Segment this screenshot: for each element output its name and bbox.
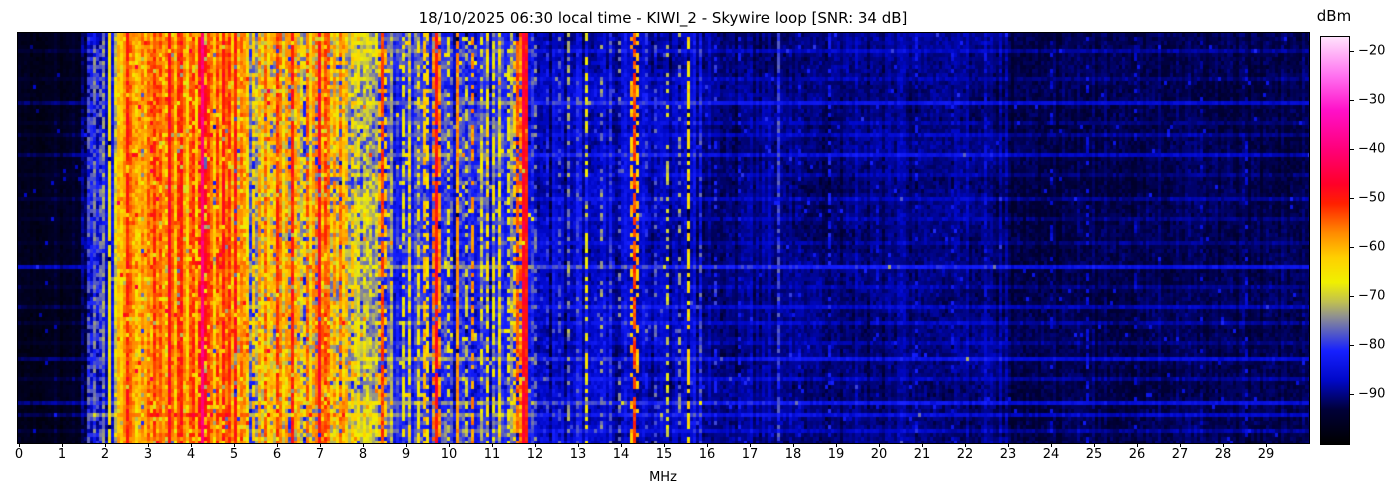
x-tick-label: 25	[1085, 447, 1103, 462]
x-axis-label: MHz	[649, 470, 677, 485]
x-tick-label: 19	[827, 447, 845, 462]
colorbar-tick-mark	[1349, 50, 1354, 52]
x-tick-label: 27	[1171, 447, 1189, 462]
colorbar-tick-label: −30	[1358, 92, 1386, 108]
x-tick-label: 7	[315, 447, 325, 462]
x-tick-label: 8	[358, 447, 368, 462]
colorbar-tick-label: −50	[1358, 190, 1386, 206]
x-tick-label: 5	[229, 447, 239, 462]
colorbar-tick-label: −40	[1358, 141, 1386, 157]
x-tick-label: 1	[57, 447, 67, 462]
colorbar-tick-label: −20	[1358, 43, 1386, 59]
x-tick-label: 14	[612, 447, 630, 462]
x-tick-label: 2	[100, 447, 110, 462]
x-tick-label: 12	[526, 447, 544, 462]
x-tick-label: 9	[401, 447, 411, 462]
x-tick-label: 3	[143, 447, 153, 462]
x-tick-label: 16	[698, 447, 716, 462]
x-tick-label: 23	[999, 447, 1017, 462]
colorbar-tick-mark	[1349, 99, 1354, 101]
x-tick-label: 15	[655, 447, 673, 462]
colorbar-tick-mark	[1349, 295, 1354, 297]
x-tick-label: 29	[1257, 447, 1275, 462]
x-tick-label: 26	[1128, 447, 1146, 462]
spectrogram-canvas	[18, 33, 1309, 443]
colorbar-tick-mark	[1349, 344, 1354, 346]
colorbar-tick-label: −70	[1358, 288, 1386, 304]
x-tick-label: 10	[440, 447, 458, 462]
colorbar-tick-mark	[1349, 246, 1354, 248]
x-tick-label: 20	[870, 447, 888, 462]
colorbar-tick-label: −80	[1358, 337, 1386, 353]
x-tick-label: 6	[272, 447, 282, 462]
x-tick-label: 13	[569, 447, 587, 462]
x-tick-label: 22	[956, 447, 974, 462]
colorbar	[1320, 36, 1350, 445]
x-tick-label: 28	[1214, 447, 1232, 462]
colorbar-label: dBm	[1316, 7, 1352, 25]
colorbar-tick-label: −60	[1358, 239, 1386, 255]
colorbar-tick-label: −90	[1358, 386, 1386, 402]
colorbar-tick-mark	[1349, 393, 1354, 395]
x-tick-label: 24	[1042, 447, 1060, 462]
spectrogram-figure: 18/10/2025 06:30 local time - KIWI_2 - S…	[0, 0, 1400, 500]
chart-title: 18/10/2025 06:30 local time - KIWI_2 - S…	[418, 9, 908, 27]
colorbar-tick-mark	[1349, 197, 1354, 199]
x-tick-label: 17	[741, 447, 759, 462]
x-tick-label: 18	[784, 447, 802, 462]
colorbar-tick-mark	[1349, 148, 1354, 150]
x-tick-label: 21	[913, 447, 931, 462]
x-tick-label: 4	[186, 447, 196, 462]
x-tick-label: 0	[14, 447, 24, 462]
x-tick-label: 11	[483, 447, 501, 462]
